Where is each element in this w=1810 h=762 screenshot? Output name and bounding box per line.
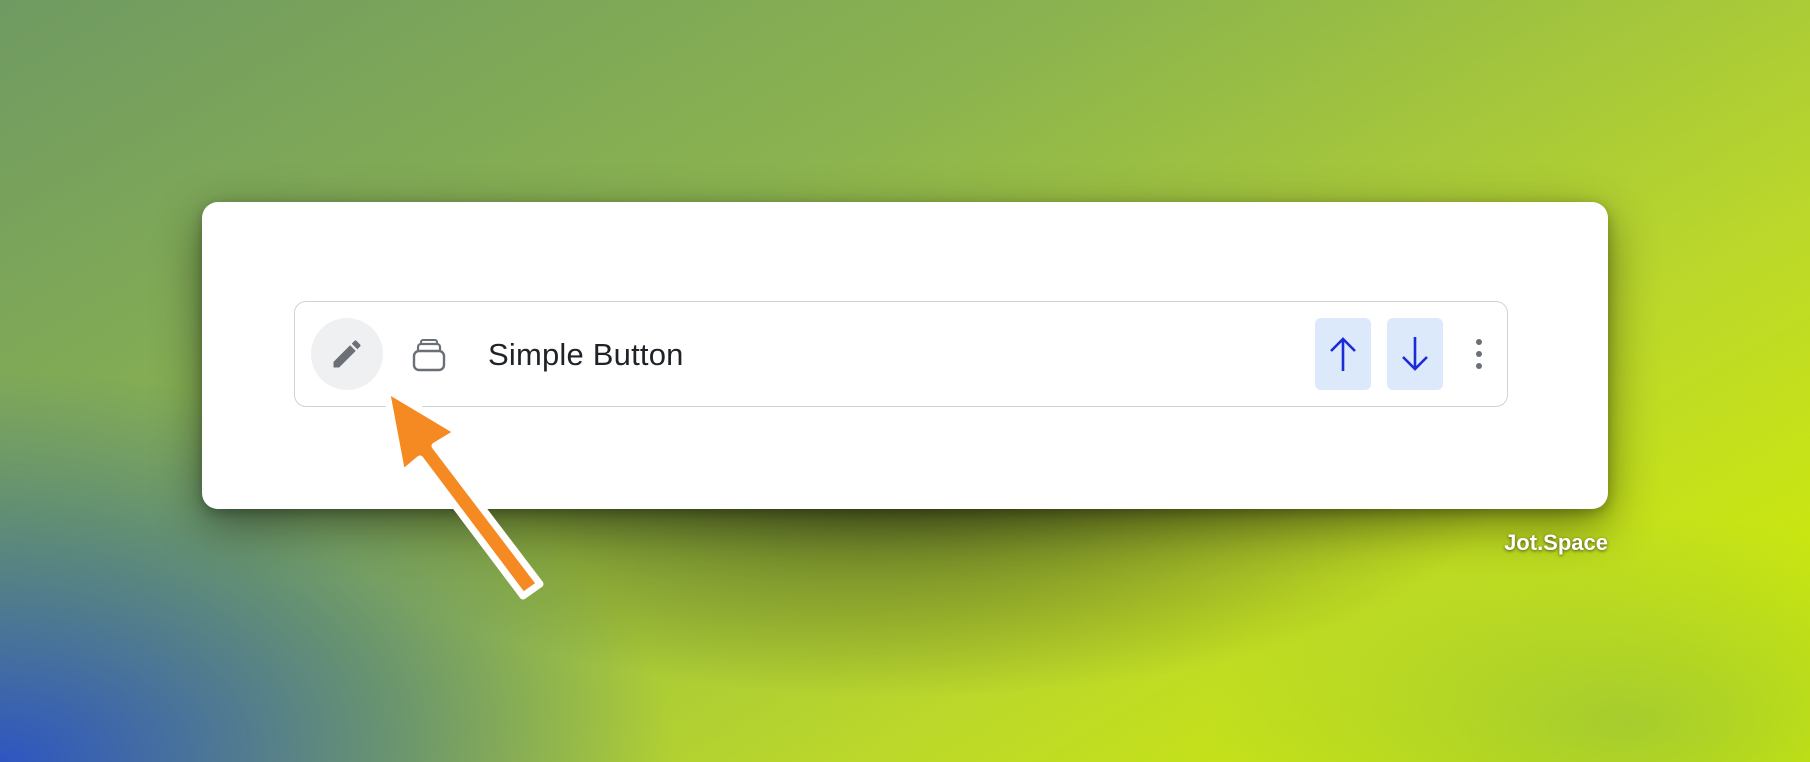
orange-arrow-icon (382, 385, 544, 600)
move-up-button[interactable] (1315, 318, 1371, 390)
pencil-icon (333, 340, 361, 368)
move-down-button[interactable] (1387, 318, 1443, 390)
desktop-background: Simple Button Jot.Space (0, 0, 1810, 762)
arrow-down-icon (1402, 337, 1428, 371)
arrow-up-icon (1330, 337, 1356, 371)
vertical-ellipsis-icon (1476, 339, 1482, 369)
item-label: Simple Button (488, 337, 684, 372)
stacked-box-icon (411, 338, 447, 372)
brand-watermark: Jot.Space (1504, 530, 1608, 555)
more-options-button[interactable] (1459, 318, 1499, 390)
